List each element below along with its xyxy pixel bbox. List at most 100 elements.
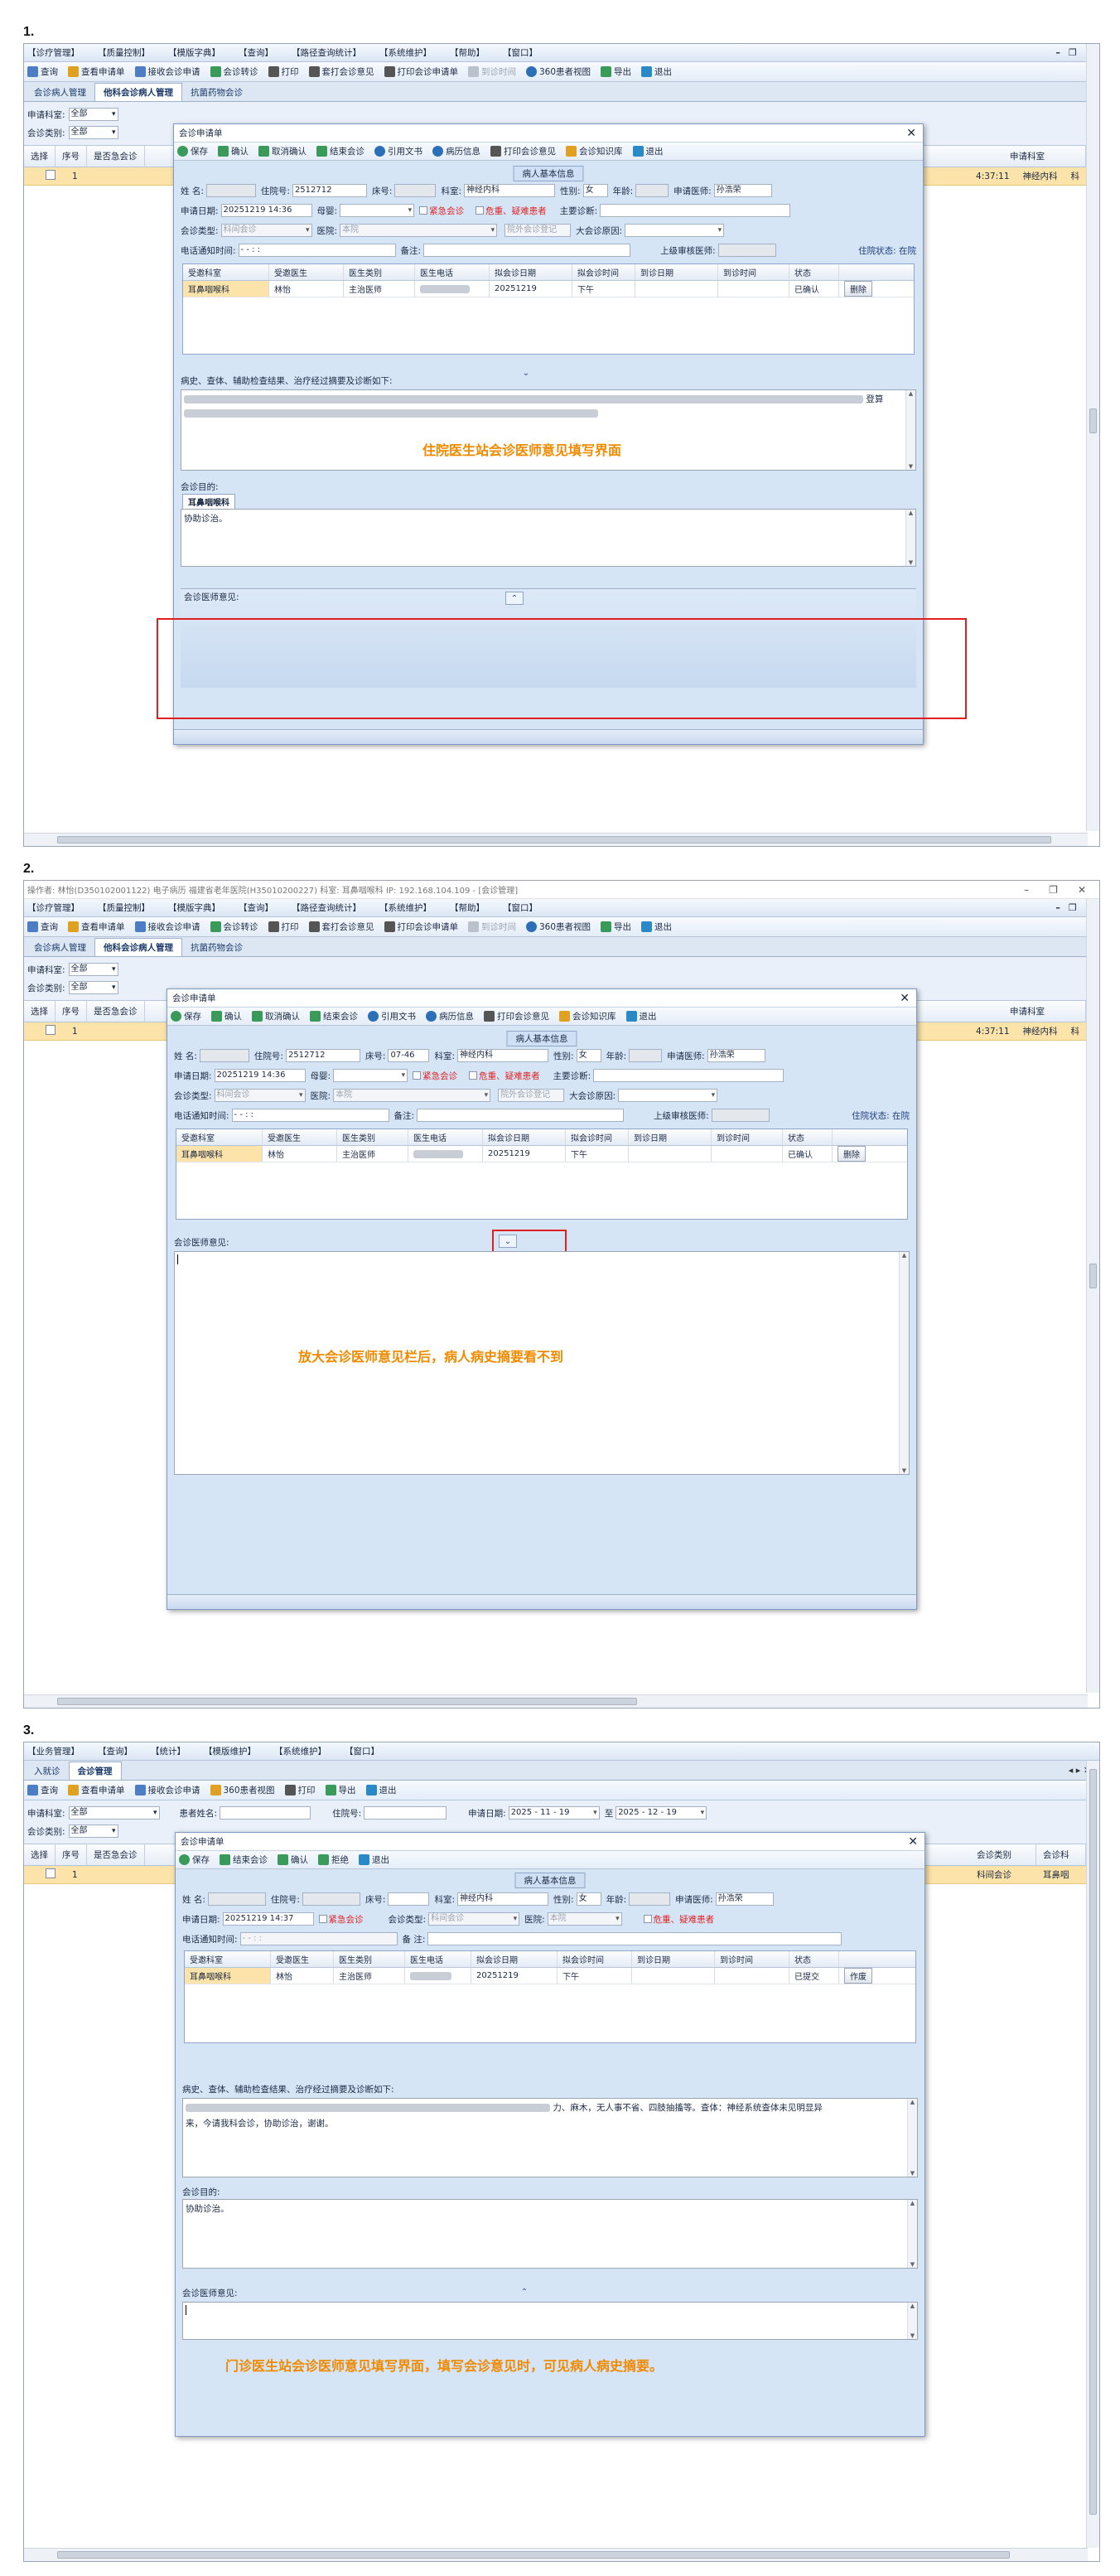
cancel-confirm-button[interactable]: 取消确认 (258, 145, 307, 157)
maximize-icon[interactable]: ❐ (1049, 884, 1058, 896)
hosp-no-field[interactable]: 2512712 (285, 1049, 360, 1062)
bed-field[interactable] (394, 184, 437, 197)
knowledge-base-button[interactable]: 会诊知识库 (566, 145, 623, 157)
age-field[interactable] (635, 184, 669, 197)
row-checkbox[interactable] (46, 170, 56, 180)
end-consult-button[interactable]: 结束会诊 (310, 1010, 358, 1022)
save-button[interactable]: 保存 (177, 145, 208, 157)
diag-field[interactable] (593, 1069, 784, 1082)
menu-item[interactable]: 【模版字典】 (168, 46, 220, 59)
dept-filter-select[interactable]: 全部 (68, 108, 118, 121)
reason-select[interactable] (618, 1089, 718, 1102)
menu-item[interactable]: 【查询】 (239, 901, 273, 914)
dept-filter-select[interactable]: 全部 (68, 963, 118, 976)
menu-item[interactable]: 【帮助】 (450, 46, 485, 59)
restore-icon[interactable]: ❐ (1069, 47, 1077, 58)
delete-button[interactable]: 删除 (844, 281, 872, 297)
bed-field[interactable] (388, 1892, 430, 1906)
menu-item[interactable]: 【系统维护】 (379, 901, 432, 914)
dept-field[interactable]: 神经内科 (464, 184, 556, 197)
minimize-icon[interactable]: – (1024, 884, 1029, 896)
exit-button[interactable]: 退出 (641, 921, 672, 933)
purpose-textarea[interactable]: 协助诊治。 ▲ ▼ (181, 509, 916, 567)
menu-item[interactable]: 【系统维护】 (379, 46, 432, 59)
menu-item[interactable]: 【模版维护】 (204, 1745, 256, 1757)
type-select[interactable]: 科间会诊 (428, 1912, 520, 1926)
opinion-textarea[interactable]: ▲ ▼ (182, 2302, 918, 2340)
query-button[interactable]: 查询 (27, 65, 58, 78)
close-icon[interactable]: ✕ (900, 992, 916, 1005)
vertical-scrollbar[interactable] (1086, 899, 1099, 1693)
remark-field[interactable] (423, 244, 631, 257)
date-field[interactable]: 20251219 14:36 (220, 204, 312, 217)
menu-item[interactable]: 【业务管理】 (27, 1745, 80, 1757)
close-icon[interactable]: ✕ (1078, 884, 1086, 896)
table-row[interactable]: 耳鼻咽喉科 林怡 主治医师 20251219 下午 已确认 删除 (176, 1146, 907, 1162)
mother-select[interactable] (333, 1069, 408, 1082)
dept-filter-select[interactable]: 全部 (68, 1806, 160, 1820)
overprint-opinion-button[interactable]: 套打会诊意见 (308, 65, 374, 78)
export-button[interactable]: 导出 (325, 1784, 356, 1796)
sex-field[interactable]: 女 (576, 1049, 601, 1062)
tab-other-dept-consult[interactable]: 他科会诊病人管理 (94, 938, 182, 956)
danger-checkbox[interactable] (643, 1915, 652, 1923)
name-field[interactable] (207, 1892, 266, 1906)
menu-item[interactable]: 【质量控制】 (98, 901, 150, 914)
transfer-button[interactable]: 会诊转诊 (210, 65, 258, 78)
chevron-up-icon[interactable]: ⌃ (515, 2285, 533, 2298)
reason-select[interactable] (625, 224, 725, 237)
print-request-button[interactable]: 打印会诊申请单 (384, 921, 458, 933)
menu-item[interactable]: 【路径查询统计】 (292, 46, 361, 59)
print-opinion-button[interactable]: 打印会诊意见 (490, 145, 556, 157)
print-request-button[interactable]: 打印会诊申请单 (384, 65, 458, 78)
urgent-checkbox[interactable] (318, 1915, 327, 1923)
phone-time-field[interactable]: - - : : (238, 244, 396, 257)
mother-select[interactable] (340, 204, 415, 217)
hosp-no-field[interactable] (302, 1892, 360, 1906)
dialog-exit-button[interactable]: 退出 (632, 145, 664, 157)
tab-consult-patients[interactable]: 会诊病人管理 (26, 939, 94, 956)
age-field[interactable] (629, 1049, 663, 1062)
menu-item[interactable]: 【窗口】 (503, 901, 538, 914)
exit-button[interactable]: 退出 (641, 65, 672, 78)
tab-antibiotic-consult[interactable]: 抗菌药物会诊 (182, 84, 251, 101)
outside-register-button[interactable]: 院外会诊登记 (504, 224, 572, 237)
danger-checkbox[interactable] (476, 206, 485, 215)
menu-item[interactable]: 【模版字典】 (168, 901, 220, 914)
hospital-select[interactable]: 本院 (340, 224, 498, 237)
arrival-time-button[interactable]: 到诊时间 (468, 921, 516, 933)
exit-button[interactable]: 退出 (365, 1784, 397, 1796)
purpose-textarea[interactable]: 协助诊治。 ▲ ▼ (182, 2199, 918, 2269)
hospital-select[interactable]: 本院 (333, 1089, 491, 1102)
date-field[interactable]: 20251219 14:37 (222, 1912, 314, 1926)
confirm-button[interactable]: 确认 (278, 1853, 308, 1866)
transfer-button[interactable]: 会诊转诊 (210, 921, 258, 933)
menu-item[interactable]: 【路径查询统计】 (292, 901, 361, 914)
export-button[interactable]: 导出 (601, 921, 631, 933)
name-field[interactable] (199, 1049, 249, 1062)
dialog-exit-button[interactable]: 退出 (359, 1853, 389, 1866)
doctor-field[interactable]: 孙浩荣 (715, 1892, 774, 1906)
close-icon[interactable]: ✕ (908, 1835, 924, 1849)
bed-field[interactable]: 07-46 (388, 1049, 430, 1062)
remark-field[interactable] (417, 1109, 625, 1122)
name-field[interactable] (205, 184, 256, 197)
tab-visit[interactable]: 入就诊 (26, 1762, 69, 1780)
type-filter-select[interactable]: 全部 (68, 1824, 118, 1838)
doctor-field[interactable]: 孙浩荣 (713, 184, 772, 197)
tab-consult-management[interactable]: 会诊管理 (68, 1762, 122, 1780)
type-select[interactable]: 科间会诊 (220, 224, 312, 237)
print-button[interactable]: 打印 (284, 1784, 316, 1796)
horizontal-scrollbar[interactable] (24, 833, 1088, 846)
hospital-select[interactable]: 本院 (547, 1912, 622, 1926)
end-consult-button[interactable]: 结束会诊 (220, 1853, 268, 1866)
patient-view-button[interactable]: 360患者视图 (526, 921, 591, 933)
print-button[interactable]: 打印 (268, 65, 299, 78)
hosp-no-field[interactable]: 2512712 (292, 184, 367, 197)
remark-field[interactable] (427, 1932, 842, 1945)
menu-item[interactable]: 【统计】 (151, 1745, 186, 1757)
outside-register-button[interactable]: 院外会诊登记 (498, 1089, 565, 1102)
restore-icon[interactable]: ❐ (1069, 902, 1077, 913)
diag-field[interactable] (600, 204, 791, 217)
menu-item[interactable]: 【诊疗管理】 (27, 46, 80, 59)
